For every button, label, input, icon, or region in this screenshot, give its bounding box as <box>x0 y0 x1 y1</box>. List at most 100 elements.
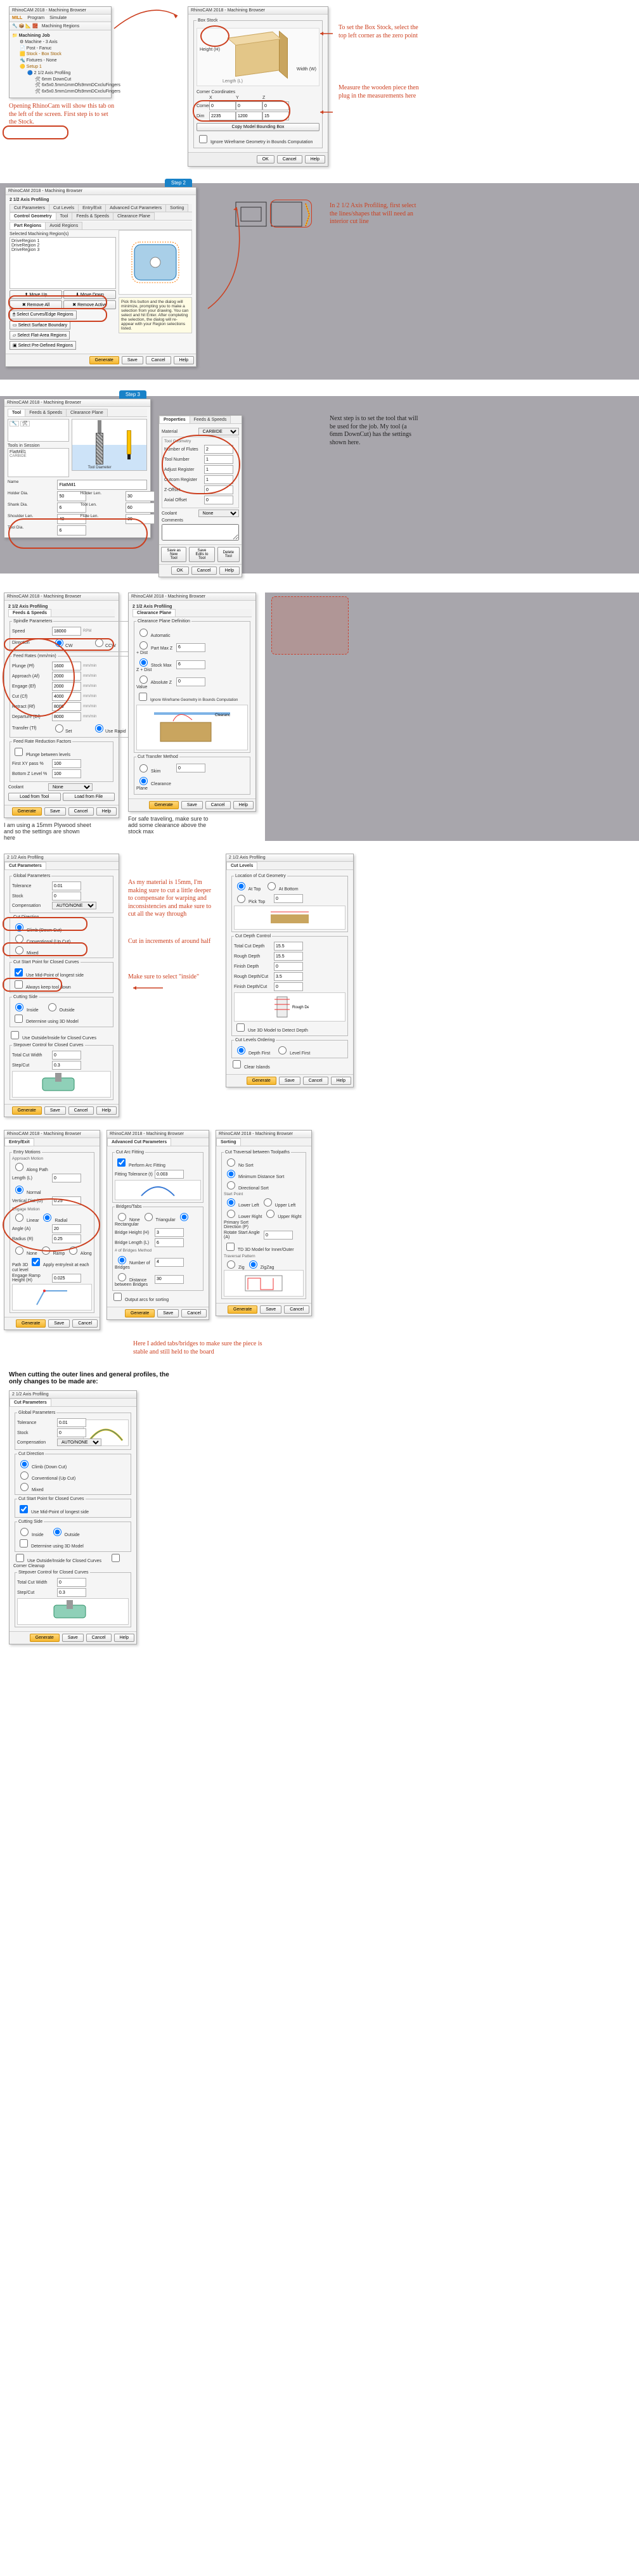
loc-bottom[interactable] <box>268 882 276 890</box>
sp-ul[interactable] <box>264 1198 272 1207</box>
tab[interactable]: Tool <box>8 409 25 416</box>
tab[interactable]: Clearance Plane <box>113 212 155 220</box>
cancel-button[interactable]: Cancel <box>72 1319 98 1328</box>
help-button[interactable]: Help <box>96 1106 117 1115</box>
axial-input[interactable] <box>204 496 233 504</box>
generate-button[interactable]: Generate <box>12 807 42 816</box>
tree-item[interactable]: 🛠 6mm DownCut <box>12 77 108 83</box>
bridge-dist-val[interactable] <box>155 1275 184 1284</box>
save-button[interactable]: Save <box>44 1106 66 1115</box>
bridge-none[interactable] <box>118 1213 126 1221</box>
output-arcs[interactable] <box>113 1293 122 1301</box>
ok-button[interactable]: OK <box>257 155 274 163</box>
tab[interactable]: Cut Levels <box>49 204 79 212</box>
help-button[interactable]: Help <box>305 155 325 163</box>
pick-top-val[interactable] <box>274 894 303 903</box>
help-button[interactable]: Help <box>233 801 254 809</box>
load-from-tool[interactable]: Load from Tool <box>8 793 61 801</box>
bridge-rect[interactable] <box>180 1213 188 1221</box>
st2[interactable] <box>57 1588 86 1597</box>
ord-depth[interactable] <box>237 1046 245 1054</box>
fitting-tol[interactable] <box>155 1170 184 1179</box>
tree-item[interactable]: 📄 Post - Fanuc <box>12 46 108 52</box>
clr-stockmax[interactable] <box>139 658 148 667</box>
save-button[interactable]: Save <box>62 1634 84 1642</box>
tree-item-stock[interactable]: 🟨 Stock - Box Stock <box>12 51 108 58</box>
tab-clearance[interactable]: Clearance Plane <box>132 609 176 617</box>
tab-material[interactable]: 🧱 <box>32 24 38 29</box>
use-3d[interactable] <box>236 1023 245 1032</box>
eng-none[interactable] <box>15 1246 23 1255</box>
ramp-h[interactable] <box>52 1274 81 1283</box>
loc-pick[interactable] <box>237 895 245 903</box>
save-edits-button[interactable]: Save Edits to Tool <box>189 547 214 562</box>
tree-item[interactable]: 🟡 Setup 1 <box>12 64 108 70</box>
generate-button[interactable]: Generate <box>16 1319 46 1328</box>
tab-cut-params[interactable]: Cut Parameters <box>4 862 46 869</box>
first-xy[interactable] <box>52 759 81 768</box>
tf-rapid[interactable] <box>95 724 103 733</box>
tab-part-regions[interactable]: Part Regions <box>10 222 46 229</box>
clr-partmax[interactable] <box>139 641 148 650</box>
tab-control-geometry[interactable]: Control Geometry <box>10 212 56 220</box>
save-new-tool-button[interactable]: Save as New Tool <box>161 547 186 562</box>
save-button[interactable]: Save <box>157 1309 179 1317</box>
side-outside2[interactable] <box>53 1528 61 1536</box>
corner2[interactable] <box>16 1554 24 1562</box>
generate-button[interactable]: Generate <box>12 1106 42 1115</box>
side-3d[interactable] <box>15 1015 23 1023</box>
tab[interactable]: Entry/Exit <box>78 204 106 212</box>
finish-cut[interactable] <box>274 982 303 991</box>
cancel-button[interactable]: Cancel <box>86 1634 112 1642</box>
total-width[interactable] <box>52 1051 81 1060</box>
dir-climb2[interactable] <box>20 1460 29 1468</box>
depart-input[interactable] <box>52 712 81 721</box>
bridge-num[interactable] <box>118 1256 126 1264</box>
tab-cut-params[interactable]: Cut Parameters <box>10 1399 51 1406</box>
help-button[interactable]: Help <box>219 567 240 575</box>
tab-machining[interactable]: 🔧 <box>12 24 18 29</box>
ignore-wireframe-checkbox[interactable] <box>199 135 207 143</box>
midpt-check[interactable] <box>15 968 23 977</box>
tab[interactable]: Tool <box>56 212 73 220</box>
spindle-speed[interactable] <box>52 627 81 636</box>
rough-cut[interactable] <box>274 972 303 981</box>
tab-feeds[interactable]: Feeds & Speeds <box>8 609 51 617</box>
cancel-button[interactable]: Cancel <box>68 807 94 816</box>
trav-zig[interactable] <box>227 1260 235 1269</box>
arc-fitting[interactable] <box>117 1158 126 1167</box>
tm-clearance[interactable] <box>139 777 148 785</box>
select-flat-button[interactable]: ▱ Select Flat-Area Regions <box>10 331 70 340</box>
td-3d[interactable] <box>226 1243 235 1251</box>
tool-list-tab[interactable]: 🛠 <box>20 421 30 426</box>
tab-advanced[interactable]: Advanced Cut Parameters <box>107 1138 171 1146</box>
tab-program[interactable]: Program <box>27 16 44 20</box>
rough-depth[interactable] <box>274 952 303 961</box>
trav-zigzag[interactable] <box>249 1260 257 1269</box>
comp[interactable]: AUTO/NONE <box>57 1439 101 1446</box>
tab-entry-exit[interactable]: Entry/Exit <box>4 1138 34 1146</box>
help-button[interactable]: Help <box>174 356 194 364</box>
angle-input[interactable] <box>264 1231 293 1240</box>
tool-len[interactable] <box>126 503 155 513</box>
tab[interactable]: Sorting <box>165 204 188 212</box>
loc-top[interactable] <box>237 882 245 890</box>
copy-bbox-button[interactable]: Copy Model Bounding Box <box>197 123 320 131</box>
tab-avoid-regions[interactable]: Avoid Regions <box>45 222 82 229</box>
region-item[interactable]: DriveRegion 2 <box>11 243 114 248</box>
tab-properties[interactable]: Properties <box>159 416 190 423</box>
bh-input[interactable] <box>155 1228 184 1237</box>
save-button[interactable]: Save <box>48 1319 70 1328</box>
stockmax-dist[interactable] <box>176 660 205 669</box>
sp-ll[interactable] <box>227 1198 235 1207</box>
save-button[interactable]: Save <box>279 1077 300 1085</box>
tab-sorting[interactable]: Sorting <box>216 1138 241 1146</box>
side-outside[interactable] <box>48 1003 56 1011</box>
tab-simulate[interactable]: Simulate <box>49 16 67 20</box>
partmax-dist[interactable] <box>176 643 205 652</box>
region-item[interactable]: DriveRegion 3 <box>11 248 114 252</box>
save-button[interactable]: Save <box>122 356 143 364</box>
bottom-z[interactable] <box>52 769 81 778</box>
clr-auto[interactable] <box>139 629 148 637</box>
stock-input[interactable] <box>52 892 81 900</box>
